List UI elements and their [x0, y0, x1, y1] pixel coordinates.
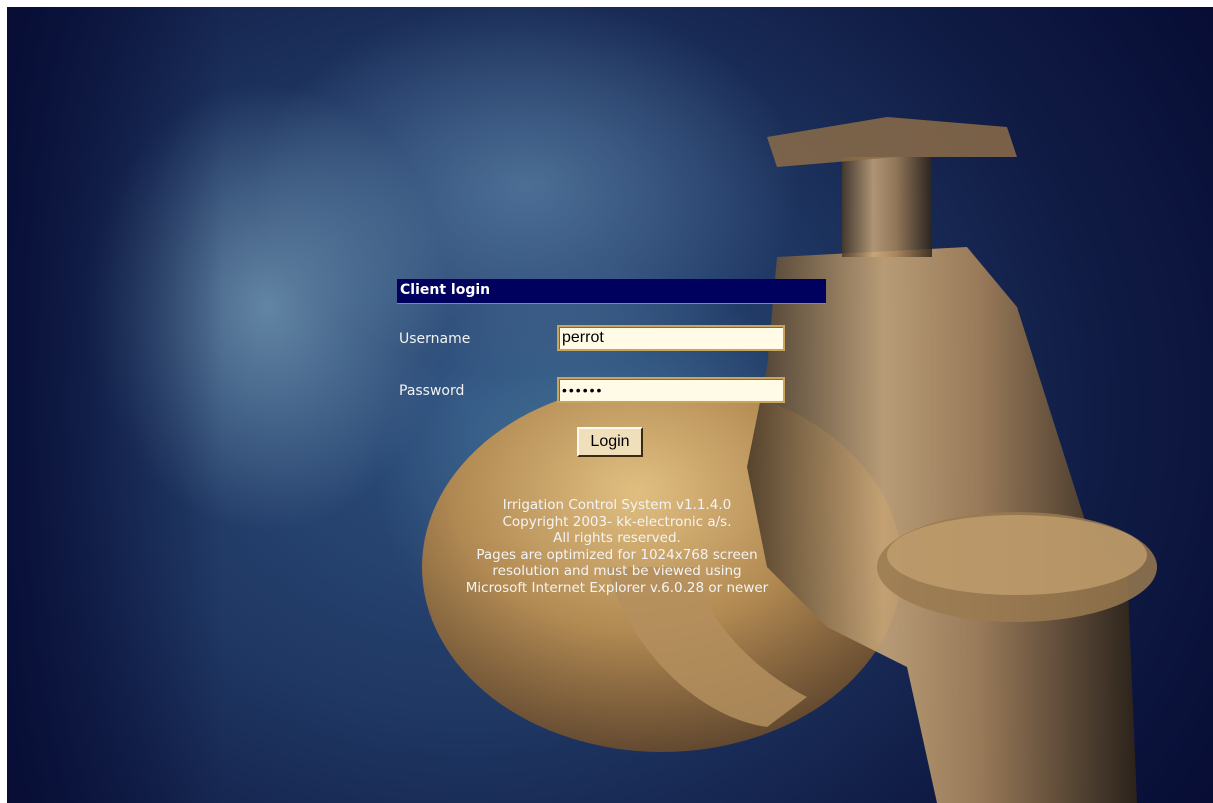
- login-page: Client login Username Password Login Irr…: [7, 7, 1213, 803]
- password-label: Password: [399, 383, 465, 399]
- username-label: Username: [399, 331, 471, 347]
- footer-line: All rights reserved.: [553, 530, 681, 546]
- password-input[interactable]: [557, 377, 785, 403]
- footer-line: Microsoft Internet Explorer v.6.0.28 or …: [465, 579, 769, 596]
- footer-line: Copyright 2003- kk-electronic a/s.: [502, 513, 732, 530]
- login-button[interactable]: Login: [577, 427, 643, 457]
- footer-line: Irrigation Control System v1.1.4.0: [502, 497, 732, 513]
- footer-line: Pages are optimized for 1024x768 screen: [476, 546, 758, 563]
- footer-info: Irrigation Control System v1.1.4.0 Copyr…: [407, 497, 827, 596]
- username-input[interactable]: [557, 325, 785, 351]
- login-title: Client login: [400, 282, 491, 298]
- footer-line: resolution and must be viewed using: [492, 563, 742, 579]
- faucet-background-image: [7, 7, 1213, 803]
- login-title-bar: Client login: [397, 279, 826, 304]
